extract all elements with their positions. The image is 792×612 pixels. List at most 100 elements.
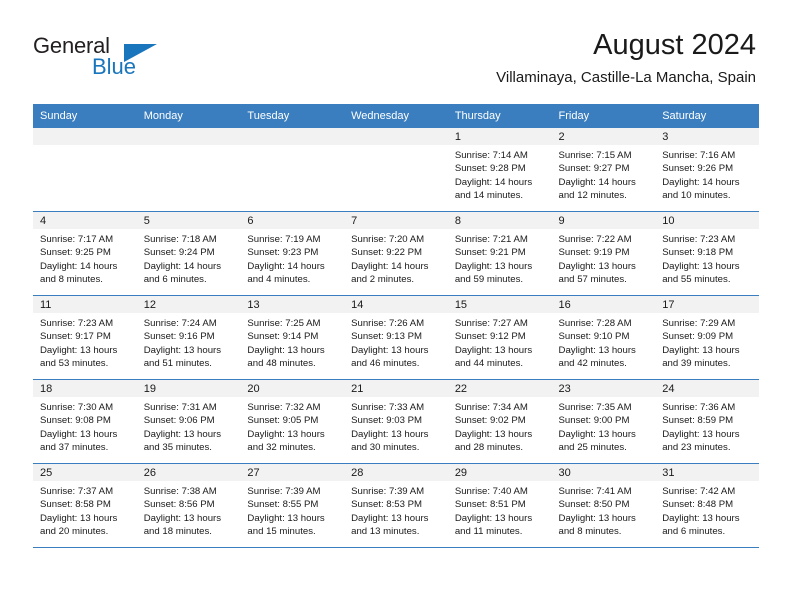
calendar-cell-day[interactable]: 11 Sunrise: 7:23 AM Sunset: 9:17 PM Dayligh… (33, 295, 137, 380)
sunset-text: Sunset: 9:10 PM (558, 331, 630, 343)
calendar-body: 1 Sunrise: 7:14 AM Sunset: 9:28 PM Daylight… (33, 128, 759, 548)
sunset-text: Sunset: 9:18 PM (662, 247, 734, 259)
calendar-cell-day[interactable]: 27 Sunrise: 7:39 AM Sunset: 8:55 PM Dayligh… (240, 463, 345, 548)
day-sun-info: Sunrise: 7:24 AM Sunset: 9:16 PM Daylight:… (137, 313, 241, 370)
calendar-cell-day[interactable]: 20 Sunrise: 7:32 AM Sunset: 9:05 PM Dayligh… (240, 379, 345, 464)
calendar-cell-empty (136, 128, 241, 212)
weekday-header-saturday: Saturday (655, 104, 759, 128)
day-sun-info: Sunrise: 7:15 AM Sunset: 9:27 PM Daylight:… (552, 145, 656, 202)
calendar-cell-day[interactable]: 14 Sunrise: 7:26 AM Sunset: 9:13 PM Dayligh… (344, 295, 448, 380)
calendar-cell-day[interactable]: 16 Sunrise: 7:28 AM Sunset: 9:10 PM Dayligh… (551, 295, 656, 380)
day-number: 4 (33, 212, 137, 229)
calendar-cell-day[interactable]: 17 Sunrise: 7:29 AM Sunset: 9:09 PM Dayligh… (655, 295, 759, 380)
calendar-week-row: 1 Sunrise: 7:14 AM Sunset: 9:28 PM Daylight… (33, 128, 759, 212)
daylight-text-line2: and 57 minutes. (558, 273, 627, 285)
daylight-text-line1: Daylight: 14 hours (40, 260, 118, 272)
daylight-text-line2: and 18 minutes. (143, 525, 212, 537)
day-number: 9 (551, 212, 656, 229)
daylight-text-line1: Daylight: 14 hours (662, 176, 740, 188)
calendar-cell-day[interactable]: 23 Sunrise: 7:35 AM Sunset: 9:00 PM Dayligh… (551, 379, 656, 464)
sunset-text: Sunset: 9:06 PM (143, 415, 215, 427)
calendar-cell-day[interactable]: 22 Sunrise: 7:34 AM Sunset: 9:02 PM Dayligh… (447, 379, 552, 464)
calendar-cell-day[interactable]: 13 Sunrise: 7:25 AM Sunset: 9:14 PM Dayligh… (240, 295, 345, 380)
day-sun-info: Sunrise: 7:17 AM Sunset: 9:25 PM Daylight:… (33, 229, 137, 286)
day-sun-info: Sunrise: 7:41 AM Sunset: 8:50 PM Daylight:… (552, 481, 656, 538)
daylight-text-line1: Daylight: 13 hours (40, 512, 118, 524)
calendar-cell-day[interactable]: 8 Sunrise: 7:21 AM Sunset: 9:21 PM Daylight… (447, 211, 552, 296)
calendar-cell-day[interactable]: 28 Sunrise: 7:39 AM Sunset: 8:53 PM Dayligh… (344, 463, 448, 548)
day-number: 20 (240, 380, 345, 397)
daylight-text-line1: Daylight: 13 hours (662, 428, 740, 440)
day-sun-info: Sunrise: 7:28 AM Sunset: 9:10 PM Daylight:… (552, 313, 656, 370)
calendar-cell-day[interactable]: 4 Sunrise: 7:17 AM Sunset: 9:25 PM Daylight… (33, 211, 137, 296)
sunrise-text: Sunrise: 7:14 AM (454, 150, 528, 161)
sunset-text: Sunset: 9:24 PM (143, 247, 215, 259)
daylight-text-line2: and 12 minutes. (558, 189, 627, 201)
sunrise-text: Sunrise: 7:36 AM (662, 402, 736, 413)
day-number: 22 (447, 380, 552, 397)
daylight-text-line2: and 51 minutes. (143, 357, 212, 369)
calendar-week-row: 4 Sunrise: 7:17 AM Sunset: 9:25 PM Daylight… (33, 211, 759, 296)
sunset-text: Sunset: 9:08 PM (40, 415, 111, 427)
sunset-text: Sunset: 9:25 PM (40, 247, 111, 259)
day-sun-info: Sunrise: 7:36 AM Sunset: 8:59 PM Daylight:… (655, 397, 759, 454)
sunset-text: Sunset: 9:23 PM (247, 247, 319, 259)
sunrise-text: Sunrise: 7:29 AM (662, 318, 736, 329)
calendar-cell-day[interactable]: 18 Sunrise: 7:30 AM Sunset: 9:08 PM Dayligh… (33, 379, 137, 464)
sunrise-text: Sunrise: 7:40 AM (454, 486, 528, 497)
sunset-text: Sunset: 8:55 PM (247, 499, 319, 511)
sunset-text: Sunset: 9:14 PM (247, 331, 319, 343)
page-subtitle: Villaminaya, Castille-La Mancha, Spain (496, 69, 756, 86)
calendar-cell-day[interactable]: 19 Sunrise: 7:31 AM Sunset: 9:06 PM Dayligh… (136, 379, 241, 464)
day-number: 13 (240, 296, 345, 313)
daylight-text-line1: Daylight: 13 hours (454, 428, 533, 440)
weekday-header-tuesday: Tuesday (240, 104, 345, 128)
calendar-cell-day[interactable]: 7 Sunrise: 7:20 AM Sunset: 9:22 PM Daylight… (344, 211, 448, 296)
calendar-cell-day[interactable]: 1 Sunrise: 7:14 AM Sunset: 9:28 PM Daylight… (447, 128, 552, 212)
sunrise-text: Sunrise: 7:23 AM (40, 318, 114, 329)
day-sun-info: Sunrise: 7:35 AM Sunset: 9:00 PM Daylight:… (552, 397, 656, 454)
day-number: 1 (447, 128, 552, 145)
calendar-cell-day[interactable]: 29 Sunrise: 7:40 AM Sunset: 8:51 PM Dayligh… (447, 463, 552, 548)
brand-logo[interactable]: General Blue (33, 33, 263, 79)
day-sun-info: Sunrise: 7:21 AM Sunset: 9:21 PM Daylight:… (448, 229, 552, 286)
title-block: August 2024 Villaminaya, Castille-La Man… (496, 28, 756, 89)
calendar-cell-day[interactable]: 5 Sunrise: 7:18 AM Sunset: 9:24 PM Daylight… (136, 211, 241, 296)
calendar-cell-day[interactable]: 31 Sunrise: 7:42 AM Sunset: 8:48 PM Dayligh… (655, 463, 759, 548)
day-number: 14 (344, 296, 448, 313)
calendar-week-row: 18 Sunrise: 7:30 AM Sunset: 9:08 PM Dayligh… (33, 379, 759, 464)
daylight-text-line2: and 13 minutes. (351, 525, 420, 537)
day-number: 16 (551, 296, 656, 313)
calendar-cell-day[interactable]: 9 Sunrise: 7:22 AM Sunset: 9:19 PM Daylight… (551, 211, 656, 296)
calendar-cell-day[interactable]: 10 Sunrise: 7:23 AM Sunset: 9:18 PM Dayligh… (655, 211, 759, 296)
calendar-cell-day[interactable]: 30 Sunrise: 7:41 AM Sunset: 8:50 PM Dayligh… (551, 463, 656, 548)
daylight-text-line2: and 23 minutes. (662, 441, 731, 453)
sunrise-text: Sunrise: 7:28 AM (558, 318, 632, 329)
day-number: 18 (33, 380, 137, 397)
sunset-text: Sunset: 9:16 PM (143, 331, 215, 343)
calendar-cell-day[interactable]: 25 Sunrise: 7:37 AM Sunset: 8:58 PM Dayligh… (33, 463, 137, 548)
sunrise-text: Sunrise: 7:39 AM (351, 486, 425, 497)
sunrise-text: Sunrise: 7:39 AM (247, 486, 321, 497)
daylight-text-line1: Daylight: 13 hours (247, 344, 325, 356)
sunset-text: Sunset: 9:03 PM (351, 415, 423, 427)
sunrise-text: Sunrise: 7:41 AM (558, 486, 632, 497)
day-number: 25 (33, 464, 137, 481)
calendar-cell-day[interactable]: 2 Sunrise: 7:15 AM Sunset: 9:27 PM Daylight… (551, 128, 656, 212)
calendar-grid: Sunday Monday Tuesday Wednesday Thursday… (33, 104, 759, 548)
day-sun-info: Sunrise: 7:37 AM Sunset: 8:58 PM Daylight:… (33, 481, 137, 538)
daylight-text-line1: Daylight: 13 hours (351, 428, 429, 440)
calendar-cell-day[interactable]: 24 Sunrise: 7:36 AM Sunset: 8:59 PM Dayligh… (655, 379, 759, 464)
day-sun-info: Sunrise: 7:30 AM Sunset: 9:08 PM Daylight:… (33, 397, 137, 454)
daylight-text-line1: Daylight: 13 hours (40, 344, 118, 356)
day-number: 12 (136, 296, 241, 313)
daylight-text-line1: Daylight: 14 hours (247, 260, 325, 272)
calendar-cell-day[interactable]: 12 Sunrise: 7:24 AM Sunset: 9:16 PM Dayligh… (136, 295, 241, 380)
calendar-cell-day[interactable]: 21 Sunrise: 7:33 AM Sunset: 9:03 PM Dayligh… (344, 379, 448, 464)
daylight-text-line2: and 11 minutes. (454, 525, 523, 537)
daylight-text-line1: Daylight: 14 hours (558, 176, 636, 188)
calendar-cell-day[interactable]: 15 Sunrise: 7:27 AM Sunset: 9:12 PM Dayligh… (447, 295, 552, 380)
calendar-cell-day[interactable]: 3 Sunrise: 7:16 AM Sunset: 9:26 PM Daylight… (655, 128, 759, 212)
calendar-cell-day[interactable]: 6 Sunrise: 7:19 AM Sunset: 9:23 PM Daylight… (240, 211, 345, 296)
calendar-cell-day[interactable]: 26 Sunrise: 7:38 AM Sunset: 8:56 PM Dayligh… (136, 463, 241, 548)
